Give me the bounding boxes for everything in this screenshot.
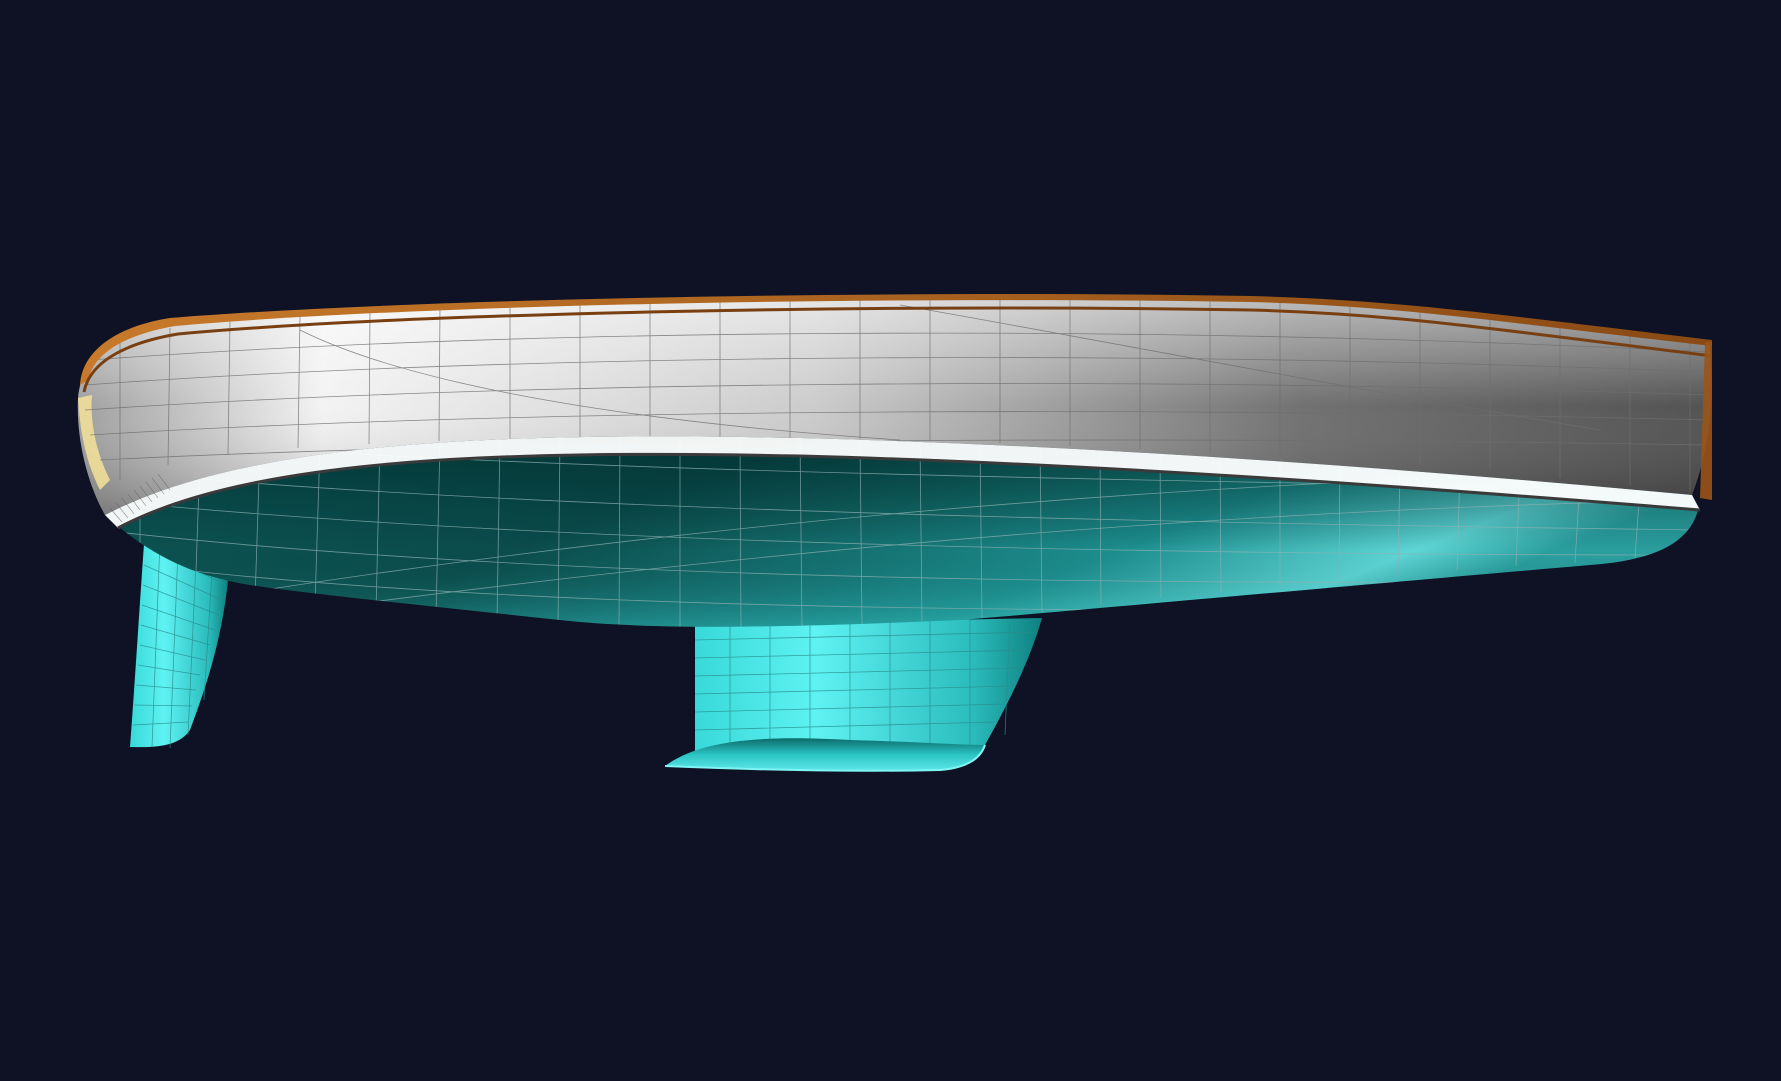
3d-viewport[interactable] [0,0,1781,1081]
hull-render [77,294,1713,772]
keel-fin [694,618,1042,755]
